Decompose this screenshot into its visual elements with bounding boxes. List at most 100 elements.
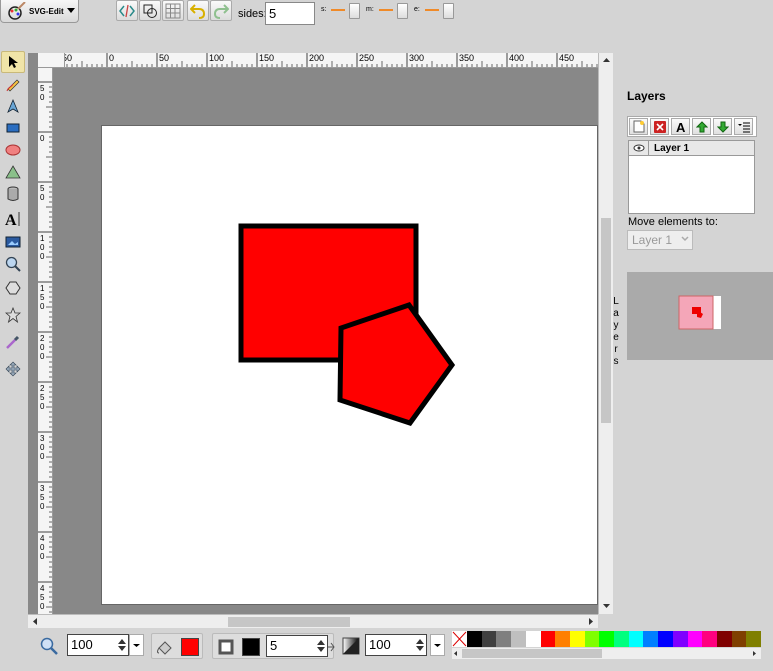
no-color-swatch[interactable]	[452, 631, 467, 647]
palette-swatch[interactable]	[496, 631, 512, 647]
paint-bucket-icon	[157, 641, 172, 655]
ruler-label: 4	[40, 534, 45, 543]
delete-layer-button[interactable]	[650, 118, 669, 135]
horizontal-scrollbar[interactable]	[28, 614, 598, 628]
move-to-layer-select[interactable]: Layer 1	[627, 230, 693, 250]
image-tool[interactable]	[1, 231, 25, 253]
ruler-label: 1	[40, 234, 45, 243]
fill-color-swatch[interactable]	[181, 638, 199, 656]
palette-swatch[interactable]	[643, 631, 659, 647]
layers-side-tab[interactable]: Layers	[610, 296, 622, 368]
zoom-tool[interactable]	[1, 253, 25, 275]
polygon-shape-tool[interactable]	[1, 277, 25, 299]
triangle-icon	[5, 165, 21, 179]
undo-button[interactable]	[187, 0, 209, 21]
zoom-input[interactable]: 100	[67, 634, 129, 656]
path-tool[interactable]	[1, 95, 25, 117]
app-logo-text: SVG-Edit	[29, 7, 64, 16]
ruler-label: 150	[259, 53, 274, 63]
palette-scroll-thumb	[462, 649, 602, 658]
palette-swatch[interactable]	[672, 631, 688, 647]
palette-swatch[interactable]	[467, 631, 482, 647]
stroke-color-swatch[interactable]	[242, 638, 260, 656]
ruler-label: 0	[40, 402, 45, 411]
ruler-label: 300	[409, 53, 424, 63]
overview-preview[interactable]	[627, 272, 773, 360]
palette-swatch[interactable]	[687, 631, 703, 647]
eye-icon[interactable]	[629, 141, 649, 155]
layer-menu-button[interactable]	[734, 118, 753, 135]
layer-row[interactable]: Layer 1	[629, 141, 754, 156]
grid-button[interactable]	[162, 0, 184, 21]
palette-swatch[interactable]	[525, 631, 541, 647]
palette-swatch[interactable]	[702, 631, 717, 647]
palette-swatch[interactable]	[599, 631, 615, 647]
opacity-input[interactable]: 100	[365, 634, 427, 656]
pan-tool[interactable]	[1, 358, 25, 380]
palette-swatch[interactable]	[614, 631, 629, 647]
source-button[interactable]	[116, 0, 138, 21]
sides-input[interactable]	[265, 2, 315, 25]
rectangle-tool[interactable]	[1, 117, 25, 139]
stroke-style-icon[interactable]	[327, 642, 335, 652]
wireframe-button[interactable]	[139, 0, 161, 21]
chevron-down-icon	[681, 236, 689, 242]
workarea[interactable]: -50050100150200250300350400450 500501001…	[28, 53, 598, 614]
palette-swatch[interactable]	[511, 631, 526, 647]
palette-swatch[interactable]	[731, 631, 747, 647]
new-layer-button[interactable]	[629, 118, 648, 135]
ruler-label: 2	[40, 384, 45, 393]
palette-swatch[interactable]	[716, 631, 732, 647]
stroke-width-input[interactable]: 5	[266, 635, 328, 657]
palette-swatch[interactable]	[481, 631, 497, 647]
red-pentagon[interactable]	[337, 302, 456, 426]
scroll-right-icon	[589, 618, 593, 625]
move-layer-up-button[interactable]	[692, 118, 711, 135]
layer-buttons: A	[627, 116, 757, 137]
palette-swatch[interactable]	[569, 631, 585, 647]
magnifier-icon	[5, 256, 21, 272]
star-m-slider[interactable]	[397, 3, 408, 19]
shape-library-tool[interactable]	[1, 183, 25, 205]
ruler-label: 5	[40, 493, 45, 502]
ruler-label: 1	[40, 284, 45, 293]
main-menu-button[interactable]: SVG-Edit	[0, 0, 79, 23]
palette-swatch[interactable]	[540, 631, 556, 647]
svg-edit-logo-icon	[8, 2, 26, 20]
star-tool[interactable]	[1, 304, 25, 326]
eyedropper-icon	[6, 335, 20, 349]
palette-swatch[interactable]	[555, 631, 570, 647]
star-s-slider[interactable]	[349, 3, 360, 19]
chevron-down-icon	[434, 644, 441, 647]
text-tool[interactable]: A	[1, 208, 25, 230]
move-layer-down-button[interactable]	[713, 118, 732, 135]
scroll-up-icon	[603, 58, 610, 62]
palette-swatch[interactable]	[584, 631, 600, 647]
ruler-label: 250	[359, 53, 374, 63]
fill-group	[151, 633, 203, 659]
source-icon	[119, 4, 135, 17]
redo-button[interactable]	[210, 0, 232, 21]
pencil-tool[interactable]	[1, 73, 25, 95]
star-s-track	[331, 9, 345, 11]
eyedropper-tool[interactable]	[1, 331, 25, 353]
ruler-label: 200	[309, 53, 324, 63]
ruler-label: 0	[40, 602, 45, 611]
select-tool[interactable]	[1, 51, 25, 73]
svg-text:A: A	[5, 212, 17, 228]
scroll-left-icon	[33, 618, 37, 625]
opacity-dropdown-button[interactable]	[430, 634, 445, 656]
ruler-label: 4	[40, 584, 45, 593]
star-m-label: m:	[366, 6, 374, 13]
zoom-dropdown-button[interactable]	[129, 634, 144, 656]
palette-swatch[interactable]	[746, 631, 762, 647]
palette-scrollbar[interactable]	[452, 648, 761, 659]
stroke-icon	[218, 639, 234, 655]
ellipse-tool[interactable]	[1, 139, 25, 161]
palette-swatch[interactable]	[658, 631, 673, 647]
svg-canvas[interactable]	[101, 125, 598, 605]
palette-swatch[interactable]	[628, 631, 644, 647]
rename-layer-button[interactable]: A	[671, 118, 690, 135]
star-e-slider[interactable]	[443, 3, 454, 19]
polygon-tool[interactable]	[1, 161, 25, 183]
